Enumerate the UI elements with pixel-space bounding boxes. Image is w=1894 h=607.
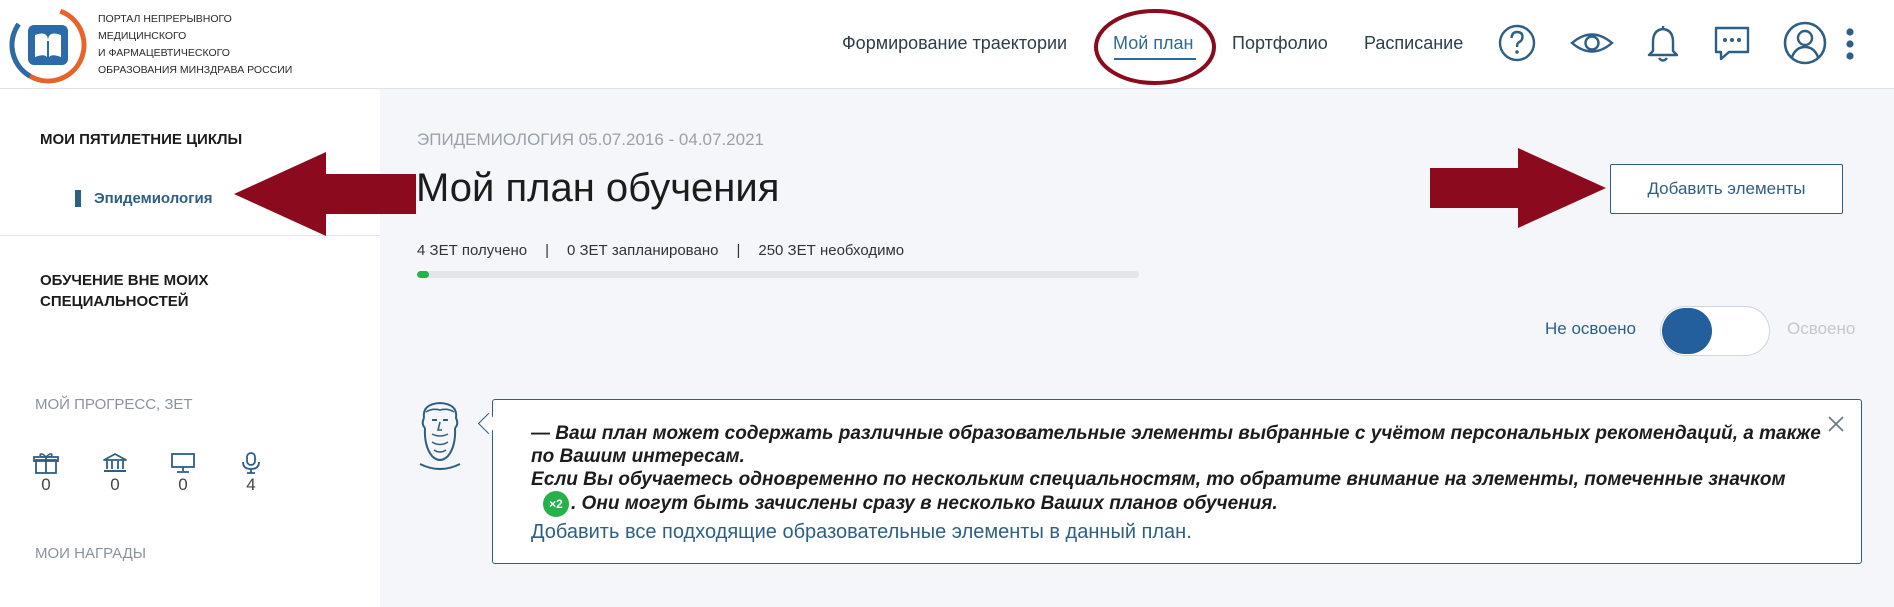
stat-received: 4 ЗЕТ получено [417, 242, 528, 259]
zet-progress-bar [417, 271, 1139, 278]
zet-progress-fill [417, 271, 429, 278]
chat-icon[interactable] [1711, 20, 1753, 66]
progress-value: 0 [178, 475, 188, 494]
toggle-knob[interactable] [1662, 308, 1712, 354]
add-all-elements-link[interactable]: Добавить все подходящие образовательные … [531, 521, 1192, 544]
toggle-label-not-mastered[interactable]: Не освоено [1545, 319, 1636, 339]
progress-heading: МОЙ ПРОГРЕСС, ЗЕТ [35, 396, 193, 413]
page-title: Мой план обучения [416, 166, 780, 210]
progress-item-microphone: 4 [231, 452, 271, 495]
more-vertical-icon[interactable] [1838, 20, 1862, 66]
zet-stats: 4 ЗЕТ получено | 0 ЗЕТ запланировано | 250 З… [417, 242, 904, 259]
stat-planned: 0 ЗЕТ запланировано [566, 242, 719, 259]
close-icon[interactable] [1825, 413, 1847, 435]
stat-needed: 250 ЗЕТ необходимо [758, 242, 905, 259]
nav-schedule[interactable]: Расписание [1364, 33, 1463, 54]
sidebar-active-marker [75, 190, 81, 207]
bank-icon [103, 453, 127, 472]
mastered-toggle[interactable] [1660, 306, 1770, 356]
progress-value: 4 [246, 475, 256, 494]
eye-icon[interactable] [1568, 20, 1616, 66]
help-icon[interactable] [1496, 20, 1538, 66]
nav-trajectory[interactable]: Формирование траектории [842, 33, 1067, 54]
progress-item-gift: 0 [26, 452, 66, 495]
microphone-icon [242, 452, 260, 474]
nav-portfolio[interactable]: Портфолио [1232, 33, 1328, 54]
stat-separator: | [545, 242, 549, 259]
monitor-icon [171, 453, 195, 473]
progress-item-bank: 0 [95, 452, 135, 495]
user-avatar-icon[interactable] [1782, 20, 1828, 66]
annotation-arrow-right [1430, 148, 1606, 228]
sidebar-other-specialties[interactable]: ОБУЧЕНИЕ ВНЕ МОИХ СПЕЦИАЛЬНОСТЕЙ [40, 270, 260, 312]
annotation-ellipse [1094, 9, 1216, 85]
hint-text: — Ваш план может содержать различные обр… [531, 422, 1821, 517]
portal-name: ПОРТАЛ НЕПРЕРЫВНОГО МЕДИЦИНСКОГО И ФАРМА… [98, 13, 293, 76]
bell-icon[interactable] [1642, 20, 1684, 66]
sage-mascot-icon [419, 401, 461, 470]
awards-heading[interactable]: МОИ НАГРАДЫ [35, 545, 146, 562]
sidebar-cycles-heading: МОИ ПЯТИЛЕТНИЕ ЦИКЛЫ [40, 131, 243, 148]
portal-logo[interactable] [8, 5, 88, 85]
progress-value: 0 [110, 475, 120, 494]
annotation-arrow-left [234, 152, 416, 236]
sidebar-item-epidemiology[interactable]: Эпидемиология [94, 190, 212, 207]
add-elements-button[interactable]: Добавить элементы [1610, 164, 1843, 214]
stat-separator: | [736, 242, 741, 259]
toggle-label-mastered[interactable]: Освоено [1787, 319, 1855, 339]
header: ПОРТАЛ НЕПРЕРЫВНОГО МЕДИЦИНСКОГО И ФАРМА… [0, 0, 1894, 89]
breadcrumb: ЭПИДЕМИОЛОГИЯ 05.07.2016 - 04.07.2021 [417, 130, 764, 149]
multi-plan-badge: ×2 [543, 491, 569, 517]
gift-icon [33, 453, 59, 474]
progress-item-monitor: 0 [163, 452, 203, 495]
progress-value: 0 [41, 475, 51, 494]
